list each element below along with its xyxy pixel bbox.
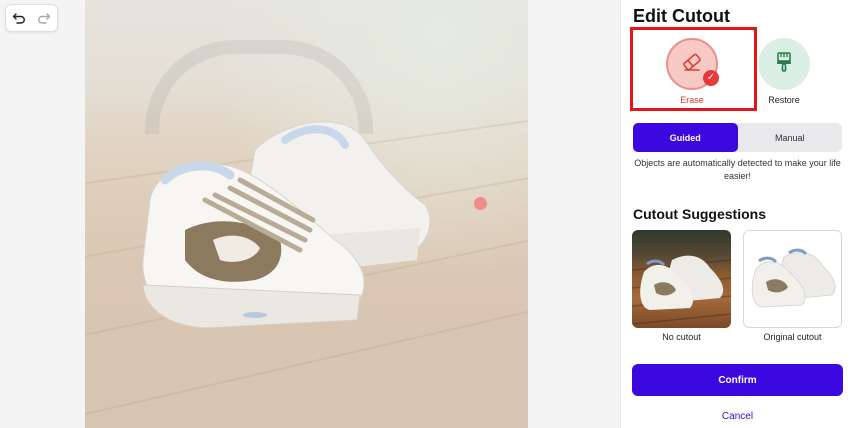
suggestions-title: Cutout Suggestions [633, 206, 766, 222]
original-cutout-thumbnail[interactable] [743, 230, 842, 328]
confirm-button[interactable]: Confirm [632, 364, 843, 396]
restore-label: Restore [768, 95, 800, 105]
no-cutout-thumbnail[interactable] [632, 230, 731, 328]
panel-title: Edit Cutout [633, 6, 730, 26]
history-toolbar [5, 4, 58, 32]
mode-description: Objects are automatically detected to ma… [634, 158, 841, 181]
guided-mode-option[interactable]: Guided [633, 123, 738, 152]
erase-tool-button[interactable]: ✓ Erase [665, 38, 719, 105]
edit-canvas-image[interactable] [85, 0, 528, 428]
undo-icon[interactable] [12, 11, 26, 25]
original-cutout-label: Original cutout [763, 332, 822, 342]
suggestion-no-cutout[interactable]: No cutout [632, 230, 731, 342]
restore-tool-button[interactable]: Restore [757, 38, 811, 105]
suggestion-original-cutout[interactable]: Original cutout [743, 230, 842, 342]
erase-tool-circle[interactable]: ✓ [666, 38, 719, 90]
restore-tool-circle[interactable] [758, 38, 810, 90]
sneakers-subject [142, 121, 431, 329]
eraser-icon [681, 51, 703, 78]
brush-icon [774, 51, 794, 78]
original-cutout-thumbnail-image [751, 248, 836, 308]
brush-cursor [474, 197, 487, 210]
workspace [0, 0, 620, 428]
redo-icon[interactable] [37, 11, 51, 25]
erase-label: Erase [680, 95, 704, 105]
edit-cutout-panel: Edit Cutout ✓ Erase Restore Guided Manua… [620, 0, 850, 428]
no-cutout-thumbnail-image [632, 255, 731, 325]
check-icon: ✓ [703, 70, 719, 86]
mode-toggle: Guided Manual [633, 123, 842, 152]
manual-mode-option[interactable]: Manual [738, 123, 843, 152]
no-cutout-label: No cutout [662, 332, 701, 342]
cancel-button[interactable]: Cancel [632, 411, 843, 422]
